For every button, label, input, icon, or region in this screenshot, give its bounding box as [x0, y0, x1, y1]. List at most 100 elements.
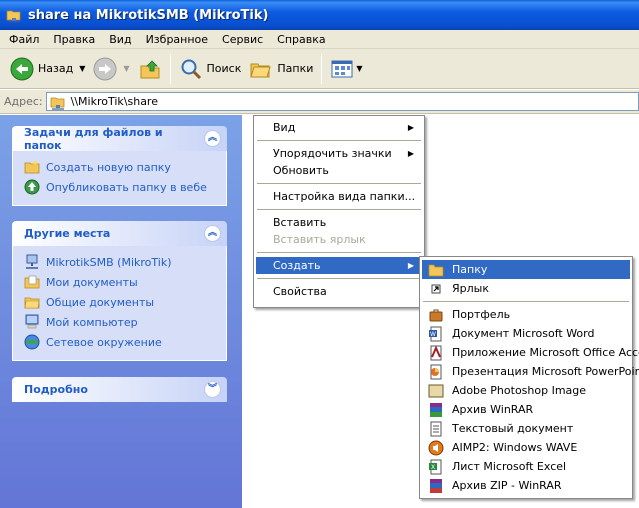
submenu-item-word[interactable]: W Документ Microsoft Word — [422, 324, 630, 343]
chevron-up-icon[interactable]: ︽ — [204, 130, 221, 147]
submenu-item-label: Архив WinRAR — [452, 403, 534, 416]
access-db-icon — [430, 345, 442, 360]
details-header[interactable]: Подробно ︾ — [12, 377, 227, 402]
submenu-item-zip[interactable]: Архив ZIP - WinRAR — [422, 476, 630, 495]
submenu-item-powerpoint[interactable]: Презентация Microsoft PowerPoint — [422, 362, 639, 381]
submenu-item-label: Папку — [452, 263, 488, 276]
file-tasks-panel: Задачи для файлов и папок ︽ Создать нову… — [12, 126, 227, 206]
menu-edit[interactable]: Правка — [46, 30, 102, 49]
submenu-item-shortcut[interactable]: Ярлык — [422, 279, 630, 298]
word-doc-icon: W — [429, 326, 442, 341]
menu-item-label: Вставить — [273, 216, 327, 229]
submenu-item-label: Презентация Microsoft PowerPoint — [452, 365, 639, 378]
views-icon — [331, 60, 353, 77]
window-title: share на MikrotikSMB (MikroTik) — [28, 7, 269, 23]
file-tasks-body: Создать новую папку Опубликовать папку в… — [12, 151, 227, 206]
menu-item-label: Свойства — [273, 285, 327, 298]
menu-item-new[interactable]: Создать ▶ — [256, 257, 422, 274]
menu-separator — [257, 209, 421, 210]
excel-icon: X — [429, 459, 442, 474]
other-places-header[interactable]: Другие места ︽ — [12, 221, 227, 246]
back-button[interactable]: Назад ▼ — [6, 52, 89, 86]
shortcut-icon — [431, 284, 441, 293]
menu-separator — [423, 301, 629, 302]
chevron-up-icon[interactable]: ︽ — [204, 225, 221, 242]
other-places-panel: Другие места ︽ MikrotikSMB (MikroTik) Мо… — [12, 221, 227, 361]
menu-separator — [257, 252, 421, 253]
submenu-item-text-doc[interactable]: Текстовый документ — [422, 419, 630, 438]
menu-help[interactable]: Справка — [270, 30, 332, 49]
network-folder-icon — [50, 97, 65, 110]
submenu-item-wave[interactable]: AIMP2: Windows WAVE — [422, 438, 630, 457]
menu-item-refresh[interactable]: Обновить — [256, 162, 422, 179]
toolbar-separator — [321, 53, 323, 84]
network-folder-icon — [6, 10, 21, 23]
submenu-item-label: Adobe Photoshop Image — [452, 384, 587, 397]
submenu-item-folder[interactable]: Папку — [422, 260, 630, 279]
task-new-folder[interactable]: Создать новую папку — [24, 157, 216, 177]
chevron-down-icon[interactable]: ▼ — [123, 64, 129, 73]
menu-file[interactable]: Файл — [2, 30, 46, 49]
submenu-item-excel[interactable]: X Лист Microsoft Excel — [422, 457, 630, 476]
zip-archive-icon — [430, 478, 442, 493]
menu-item-arrange-icons[interactable]: Упорядочить значки ▶ — [256, 145, 422, 162]
menu-favorites[interactable]: Избранное — [139, 30, 215, 49]
menu-item-paste[interactable]: Вставить — [256, 214, 422, 231]
submenu-item-photoshop[interactable]: Adobe Photoshop Image — [422, 381, 630, 400]
submenu-item-label: Лист Microsoft Excel — [452, 460, 567, 473]
up-button[interactable] — [134, 52, 166, 86]
new-folder-icon — [24, 160, 40, 174]
menu-item-view[interactable]: Вид ▶ — [256, 119, 422, 136]
submenu-item-label: Портфель — [452, 308, 511, 321]
address-value: \\MikroTik\share — [70, 95, 158, 108]
folders-button[interactable]: Папки — [245, 52, 317, 86]
folder-icon — [428, 264, 444, 276]
chevron-down-icon[interactable]: ▼ — [356, 64, 362, 73]
task-publish-web[interactable]: Опубликовать папку в вебе — [24, 177, 216, 197]
menu-separator — [257, 140, 421, 141]
file-tasks-header[interactable]: Задачи для файлов и папок ︽ — [12, 126, 227, 152]
forward-button[interactable]: ▼ — [89, 52, 133, 86]
submenu-item-briefcase[interactable]: Портфель — [422, 305, 630, 324]
address-input[interactable]: \\MikroTik\share — [45, 92, 639, 111]
place-shared-documents[interactable]: Общие документы — [24, 292, 216, 312]
network-places-icon — [24, 334, 40, 350]
submenu-item-label: Документ Microsoft Word — [452, 327, 595, 340]
title-bar[interactable]: share на MikrotikSMB (MikroTik) — [0, 0, 639, 30]
menu-separator — [257, 183, 421, 184]
menu-tools[interactable]: Сервис — [215, 30, 270, 49]
views-button[interactable]: ▼ — [326, 52, 366, 86]
menu-item-label: Упорядочить значки — [273, 147, 392, 160]
submenu-item-label: Текстовый документ — [452, 422, 574, 435]
address-bar: Адрес: \\MikroTik\share — [0, 90, 639, 114]
menu-item-customize-folder[interactable]: Настройка вида папки... — [256, 188, 422, 205]
search-button[interactable]: Поиск — [175, 52, 246, 86]
powerpoint-icon — [430, 364, 442, 379]
menu-item-label: Настройка вида папки... — [273, 190, 416, 203]
chevron-down-icon[interactable]: ▼ — [79, 64, 85, 73]
submenu-item-winrar[interactable]: Архив WinRAR — [422, 400, 630, 419]
submenu-item-access[interactable]: Приложение Microsoft Office Access — [422, 343, 639, 362]
network-computer-icon — [26, 254, 38, 269]
wave-audio-icon — [428, 440, 444, 455]
place-my-computer[interactable]: Мой компьютер — [24, 312, 216, 332]
submenu-arrow-icon: ▶ — [407, 261, 414, 270]
shared-documents-icon — [24, 297, 40, 309]
place-mikrotiksmb[interactable]: MikrotikSMB (MikroTik) — [24, 252, 216, 272]
place-my-documents[interactable]: Мои документы — [24, 272, 216, 292]
menu-item-label: Создать — [273, 259, 321, 272]
menu-separator — [257, 278, 421, 279]
place-label: Сетевое окружение — [46, 335, 162, 349]
folders-label: Папки — [277, 62, 314, 75]
menu-bar: Файл Правка Вид Избранное Сервис Справка — [0, 30, 639, 49]
menu-item-properties[interactable]: Свойства — [256, 283, 422, 300]
chevron-down-icon[interactable]: ︾ — [204, 381, 221, 398]
submenu-arrow-icon: ▶ — [407, 123, 414, 132]
svg-text:W: W — [430, 331, 436, 338]
place-network-places[interactable]: Сетевое окружение — [24, 332, 216, 352]
menu-view[interactable]: Вид — [102, 30, 138, 49]
menu-item-label: Обновить — [273, 164, 329, 177]
submenu-item-label: Архив ZIP - WinRAR — [452, 479, 562, 492]
menu-item-label: Вид — [273, 121, 296, 134]
submenu-item-label: Приложение Microsoft Office Access — [452, 346, 639, 359]
